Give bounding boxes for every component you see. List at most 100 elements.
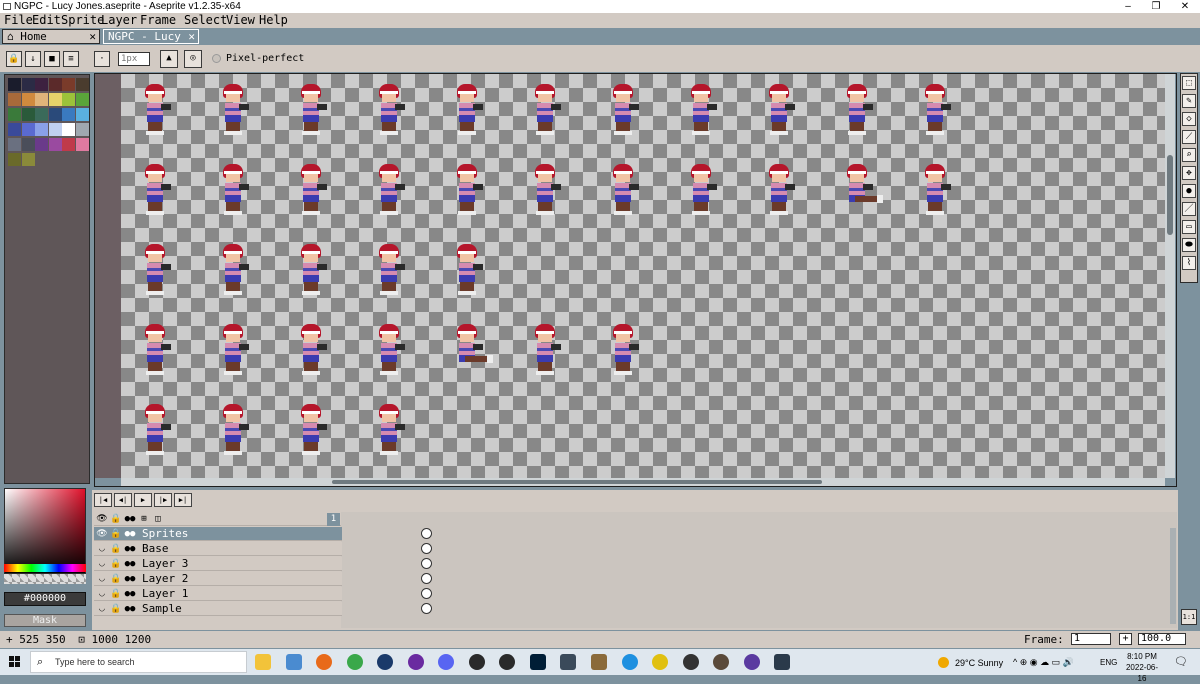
cels-area[interactable] bbox=[341, 512, 1177, 628]
lock-icon[interactable]: 🔒 bbox=[110, 573, 122, 585]
firefox-icon[interactable] bbox=[316, 654, 332, 670]
windows-start-icon[interactable] bbox=[9, 656, 21, 668]
continuous-icon[interactable]: ●● bbox=[124, 513, 136, 525]
obs-icon[interactable] bbox=[408, 654, 424, 670]
hue-slider[interactable] bbox=[4, 564, 86, 572]
eye-icon[interactable]: 👁 bbox=[96, 513, 108, 525]
menu-help[interactable]: Help bbox=[259, 14, 288, 27]
menu-sprite[interactable]: Sprite bbox=[61, 14, 104, 27]
palette-swatch[interactable] bbox=[48, 108, 62, 121]
blur-tool-icon[interactable]: ⌇ bbox=[1182, 256, 1196, 270]
cel-indicator[interactable] bbox=[421, 603, 432, 614]
palette-swatch[interactable] bbox=[21, 123, 35, 136]
settings-icon[interactable] bbox=[774, 654, 790, 670]
arrow-down-icon[interactable]: ↓ bbox=[25, 51, 41, 67]
visibility-icon[interactable]: 👁 bbox=[96, 528, 108, 540]
new-frame-button[interactable]: + bbox=[1119, 633, 1132, 645]
palette-swatch[interactable] bbox=[35, 78, 48, 91]
close-button[interactable]: ✕ bbox=[1170, 0, 1200, 13]
palette-swatch[interactable] bbox=[48, 93, 62, 106]
palette-swatch[interactable] bbox=[8, 138, 21, 151]
palette-swatch[interactable] bbox=[75, 123, 89, 136]
menu-view[interactable]: View bbox=[226, 14, 255, 27]
system-tray-icons[interactable]: ^ ⊕ ◉ ☁ ▭ 🔊 bbox=[1013, 657, 1074, 668]
move-tool-icon[interactable]: ✥ bbox=[1182, 166, 1196, 180]
layer-row[interactable]: ◡ 🔒 ●● Base bbox=[94, 542, 432, 556]
zoom-input[interactable]: 100.0 bbox=[1138, 633, 1186, 645]
visibility-icon[interactable]: ◡ bbox=[96, 543, 108, 555]
language-indicator[interactable]: ENG bbox=[1100, 658, 1117, 667]
lock-icon[interactable]: 🔒 bbox=[6, 51, 22, 67]
palette-swatch[interactable] bbox=[75, 138, 89, 151]
app-icon[interactable] bbox=[499, 654, 515, 670]
chrome-icon[interactable] bbox=[347, 654, 363, 670]
next-frame-icon[interactable]: |▶ bbox=[154, 493, 172, 507]
layer-row[interactable]: ◡ 🔒 ●● Layer 3 bbox=[94, 557, 432, 571]
layer-new-icon[interactable]: ◫ bbox=[152, 513, 164, 525]
unity-icon[interactable] bbox=[683, 654, 699, 670]
layer-row[interactable]: ◡ 🔒 ●● Layer 2 bbox=[94, 572, 432, 586]
visibility-icon[interactable]: ◡ bbox=[96, 588, 108, 600]
photoshop-icon[interactable] bbox=[530, 654, 546, 670]
palette-swatch[interactable] bbox=[75, 78, 89, 91]
palette-swatch[interactable] bbox=[8, 78, 21, 91]
brush-size-input[interactable]: 1px bbox=[118, 52, 150, 66]
visibility-icon[interactable]: ◡ bbox=[96, 558, 108, 570]
menu-edit[interactable]: Edit bbox=[32, 14, 61, 27]
continuous-icon[interactable]: ●● bbox=[124, 588, 136, 600]
cel-indicator[interactable] bbox=[421, 588, 432, 599]
horizontal-scroll-thumb[interactable] bbox=[332, 480, 822, 484]
palette-swatch[interactable] bbox=[75, 108, 89, 121]
cel-indicator[interactable] bbox=[421, 543, 432, 554]
palette-swatch[interactable] bbox=[35, 108, 48, 121]
palette-swatch[interactable] bbox=[21, 138, 35, 151]
palette-swatch[interactable] bbox=[35, 93, 48, 106]
palette-swatch[interactable] bbox=[48, 123, 62, 136]
previous-frame-icon[interactable]: ◀| bbox=[114, 493, 132, 507]
clock[interactable]: 8:10 PM 2022-06-16 bbox=[1122, 651, 1162, 684]
pressure-icon[interactable]: ◎ bbox=[184, 50, 202, 68]
tab-document[interactable]: NGPC - Lucy Jc ✕ bbox=[103, 29, 199, 57]
continuous-icon[interactable]: ●● bbox=[124, 558, 136, 570]
palette-swatch[interactable] bbox=[48, 138, 62, 151]
palette-swatch[interactable] bbox=[8, 153, 21, 166]
marquee-tool-icon[interactable]: ⬚ bbox=[1182, 76, 1196, 90]
continuous-icon[interactable]: ●● bbox=[124, 573, 136, 585]
menu-frame[interactable]: Frame bbox=[140, 14, 176, 27]
palette-swatch[interactable] bbox=[62, 93, 75, 106]
first-frame-icon[interactable]: |◀ bbox=[94, 493, 112, 507]
mask-button[interactable]: Mask bbox=[4, 614, 86, 627]
launcher-icon[interactable] bbox=[744, 654, 760, 670]
cel-indicator[interactable] bbox=[421, 558, 432, 569]
palette-swatch[interactable] bbox=[48, 78, 62, 91]
palette-swatch[interactable] bbox=[8, 108, 21, 121]
continuous-icon[interactable]: ●● bbox=[124, 543, 136, 555]
palette-swatch[interactable] bbox=[75, 93, 89, 106]
store-icon[interactable] bbox=[286, 654, 302, 670]
rectangle-tool-icon[interactable]: ▭ bbox=[1182, 220, 1196, 234]
eyedropper-tool-icon[interactable]: ⟋ bbox=[1182, 130, 1196, 144]
continuous-icon[interactable]: ●● bbox=[124, 603, 136, 615]
last-frame-icon[interactable]: ▶| bbox=[174, 493, 192, 507]
palette-swatch[interactable] bbox=[62, 108, 75, 121]
palette-swatch[interactable] bbox=[21, 93, 35, 106]
contour-tool-icon[interactable]: ⬬ bbox=[1182, 238, 1196, 252]
menu-lines-icon[interactable]: ≡ bbox=[63, 51, 79, 67]
menu-file[interactable]: File bbox=[4, 14, 33, 27]
notes-icon[interactable] bbox=[591, 654, 607, 670]
steam-icon[interactable] bbox=[377, 654, 393, 670]
palette-swatch[interactable] bbox=[8, 123, 21, 136]
minimize-button[interactable]: – bbox=[1113, 0, 1143, 13]
zoom-tool-icon[interactable]: ⌕ bbox=[1182, 148, 1196, 162]
palette-swatch[interactable] bbox=[62, 78, 75, 91]
taskbar-search[interactable]: ⌕ Type here to search bbox=[30, 651, 247, 673]
visibility-icon[interactable]: ◡ bbox=[96, 603, 108, 615]
lock-icon[interactable]: 🔒 bbox=[110, 588, 122, 600]
menu-layer[interactable]: Layer bbox=[101, 14, 137, 27]
notification-icon[interactable]: 🗨 bbox=[1174, 655, 1188, 668]
github-icon[interactable] bbox=[469, 654, 485, 670]
weather-text[interactable]: 29°C Sunny bbox=[955, 658, 1003, 668]
lock-icon[interactable]: 🔒 bbox=[110, 558, 122, 570]
paint-icon[interactable] bbox=[652, 654, 668, 670]
hex-color-field[interactable]: #000000 bbox=[4, 592, 86, 606]
